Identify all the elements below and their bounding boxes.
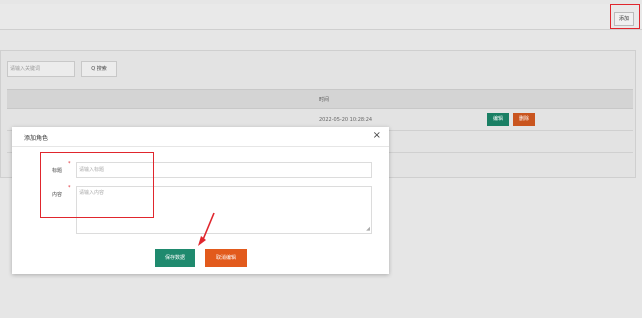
save-button[interactable]: 保存数据 — [155, 249, 195, 267]
cancel-button[interactable]: 取消编辑 — [205, 249, 247, 267]
search-button[interactable]: Q 搜索 — [81, 61, 117, 77]
highlight-add-button — [610, 4, 640, 29]
table-header: 时间 — [7, 89, 633, 109]
search-button-label: Q 搜索 — [91, 66, 107, 72]
highlight-form-fields — [40, 152, 154, 218]
resize-handle-icon[interactable]: ◢ — [366, 227, 370, 232]
top-bar: 添加 — [0, 4, 642, 30]
close-icon[interactable]: × — [373, 130, 381, 142]
modal-header: 添加角色 × — [12, 127, 389, 147]
column-header-time: 时间 — [319, 97, 330, 103]
row-time: 2022-05-20 10:28:24 — [319, 117, 373, 123]
delete-button[interactable]: 删除 — [513, 113, 535, 126]
add-role-modal: 添加角色 × 标题 * 请输入标题 内容 * 请输入内容 ◢ 保存数据 取消编辑 — [12, 127, 389, 274]
arrow-annotation — [198, 212, 215, 246]
search-input[interactable]: 请输入关键词 — [7, 61, 75, 77]
modal-title: 添加角色 — [24, 135, 49, 142]
edit-button[interactable]: 编辑 — [487, 113, 509, 126]
